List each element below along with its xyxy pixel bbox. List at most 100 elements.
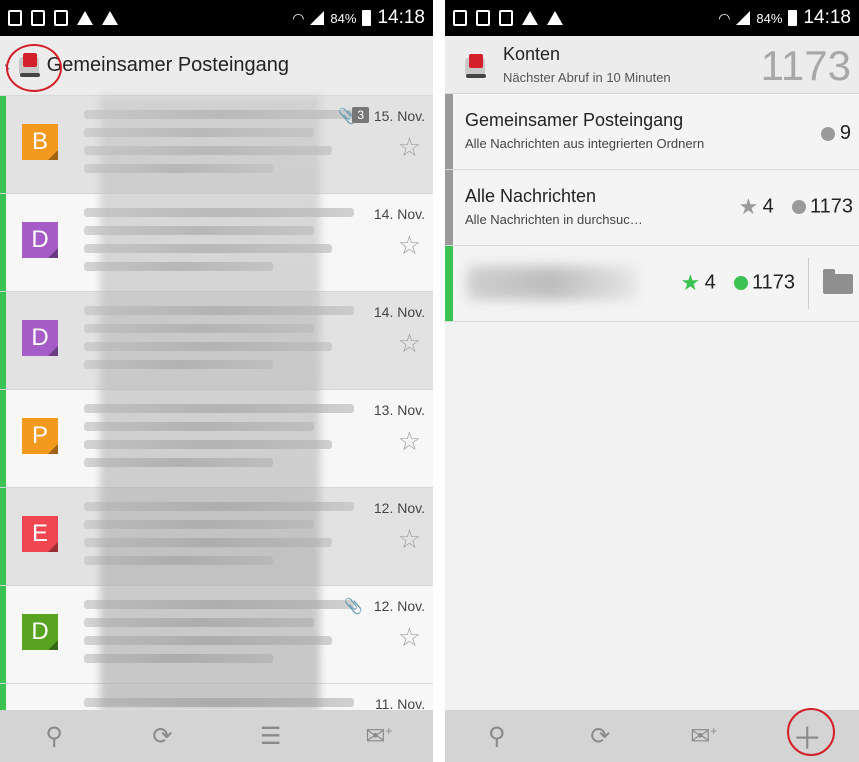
sd-card-icon: [476, 10, 490, 26]
account-counters: ★ 4 1173: [738, 194, 853, 220]
status-bar: ◠ 84% 14:18: [0, 0, 433, 36]
star-icon[interactable]: ☆: [398, 426, 421, 457]
unread-stripe: [0, 194, 6, 291]
account-item-mail[interactable]: ★ 4 1173: [445, 246, 859, 322]
compose-icon[interactable]: ✉+: [684, 722, 724, 751]
battery-percent: 84%: [756, 10, 783, 26]
add-account-icon[interactable]: ＋: [787, 708, 836, 758]
message-preview-blurred: [84, 698, 354, 710]
avatar[interactable]: P: [22, 418, 58, 454]
left-screen: ◠ 84% 14:18 ‹ Gemeinsamer Posteingang B 📎…: [0, 0, 433, 762]
account-title: Gemeinsamer Posteingang: [465, 110, 684, 130]
folder-icon[interactable]: [823, 269, 853, 294]
divider: [808, 258, 809, 309]
refresh-icon[interactable]: ⟳: [580, 722, 620, 751]
avatar[interactable]: D: [22, 614, 58, 650]
message-preview-blurred: [84, 110, 354, 182]
message-row[interactable]: B 📎 3 15. Nov. ☆: [0, 96, 433, 194]
message-date: 11. Nov.: [374, 696, 425, 710]
sd-card-icon: [8, 10, 22, 26]
unread-stripe: [0, 292, 6, 389]
avatar[interactable]: E: [22, 516, 58, 552]
refresh-icon[interactable]: ⟳: [142, 722, 182, 751]
star-icon[interactable]: ☆: [398, 328, 421, 359]
thread-count-badge: 3: [352, 107, 369, 123]
message-row[interactable]: D 14. Nov. ☆: [0, 292, 433, 390]
unread-count: 1173: [809, 195, 853, 218]
message-row[interactable]: E 12. Nov. ☆: [0, 488, 433, 586]
warning-icon: [77, 11, 93, 25]
page-title: Konten: [503, 44, 561, 64]
battery-icon: [788, 10, 798, 26]
signal-icon: [736, 11, 751, 25]
star-icon[interactable]: ☆: [398, 622, 421, 653]
message-date: 12. Nov.: [373, 500, 425, 516]
account-subtitle: Alle Nachrichten aus integrierten Ordner…: [465, 136, 705, 151]
message-row[interactable]: 11. Nov.: [0, 684, 433, 710]
starred-count: 4: [762, 195, 774, 218]
search-icon[interactable]: ⚲: [477, 722, 517, 751]
message-date: 14. Nov.: [373, 304, 425, 320]
sort-icon[interactable]: ☰: [251, 722, 291, 751]
message-row[interactable]: P 13. Nov. ☆: [0, 390, 433, 488]
account-counters: ★ 4 1173: [680, 270, 795, 296]
unread-count: 1173: [751, 271, 795, 294]
page-title: Gemeinsamer Posteingang: [46, 54, 290, 76]
unread-stripe: [0, 96, 6, 193]
star-icon[interactable]: ☆: [398, 132, 421, 163]
compose-icon[interactable]: ✉+: [359, 722, 399, 751]
message-list: B 📎 3 15. Nov. ☆ D 14. Nov. ☆ D 14. Nov. ☆ P 13. Nov…: [0, 96, 433, 710]
account-subtitle: Alle Nachrichten in durchsuc…: [465, 212, 643, 227]
wifi-icon: ◠: [292, 9, 305, 26]
message-preview-blurred: [84, 404, 354, 476]
message-row[interactable]: D 📎 12. Nov. ☆: [0, 586, 433, 684]
total-count: 1173: [760, 42, 851, 89]
avatar[interactable]: D: [22, 320, 58, 356]
signal-icon: [310, 11, 325, 25]
warning-icon: [522, 11, 538, 25]
avatar[interactable]: D: [22, 222, 58, 258]
right-screen: ◠ 84% 14:18 Konten Nächster Abruf in 10 …: [445, 0, 859, 762]
image-icon: [453, 10, 467, 26]
wifi-icon: ◠: [718, 9, 731, 26]
warning-icon: [547, 11, 563, 25]
message-date: 12. Nov.: [373, 598, 425, 614]
unread-dot-icon: [821, 126, 836, 141]
battery-icon: [362, 10, 372, 26]
app-bar: ‹ Gemeinsamer Posteingang: [0, 36, 433, 96]
clock: 14:18: [377, 7, 425, 28]
image-icon: [31, 10, 45, 26]
account-item-all-messages[interactable]: Alle Nachrichten Alle Nachrichten in dur…: [445, 170, 859, 246]
message-date: 14. Nov.: [373, 206, 425, 222]
unread-dot-icon: [791, 200, 806, 214]
bottom-toolbar: ⚲ ⟳ ☰ ✉+: [0, 710, 433, 762]
star-icon[interactable]: ☆: [398, 524, 421, 555]
message-preview-blurred: [84, 600, 354, 672]
message-date: 15. Nov.: [373, 108, 425, 124]
clock: 14:18: [803, 7, 851, 28]
clipboard-icon: [54, 10, 68, 26]
unread-stripe: [0, 488, 6, 585]
app-logo-icon[interactable]: [463, 54, 489, 80]
status-bar: ◠ 84% 14:18: [445, 0, 859, 36]
accounts-header: Konten Nächster Abruf in 10 Minuten 1173: [445, 36, 859, 94]
account-title: Alle Nachrichten: [465, 186, 597, 206]
star-icon: ★: [738, 194, 759, 219]
unread-stripe: [0, 390, 6, 487]
bottom-toolbar: ⚲ ⟳ ✉+ ＋: [445, 708, 859, 762]
message-preview-blurred: [84, 502, 354, 574]
search-icon[interactable]: ⚲: [34, 722, 74, 751]
star-icon[interactable]: ☆: [398, 230, 421, 261]
account-item-unified-inbox[interactable]: Gemeinsamer Posteingang Alle Nachrichten…: [445, 94, 859, 170]
starred-count: 4: [704, 271, 716, 294]
battery-percent: 84%: [330, 10, 357, 26]
clipboard-icon: [499, 10, 513, 26]
unread-dot-icon: [733, 276, 748, 290]
warning-icon: [102, 11, 118, 25]
paperclip-icon: 📎: [344, 598, 363, 615]
account-name-blurred: [467, 266, 637, 300]
message-date: 13. Nov.: [373, 402, 425, 418]
message-row[interactable]: D 14. Nov. ☆: [0, 194, 433, 292]
avatar[interactable]: B: [22, 124, 58, 160]
star-icon: ★: [680, 270, 701, 295]
